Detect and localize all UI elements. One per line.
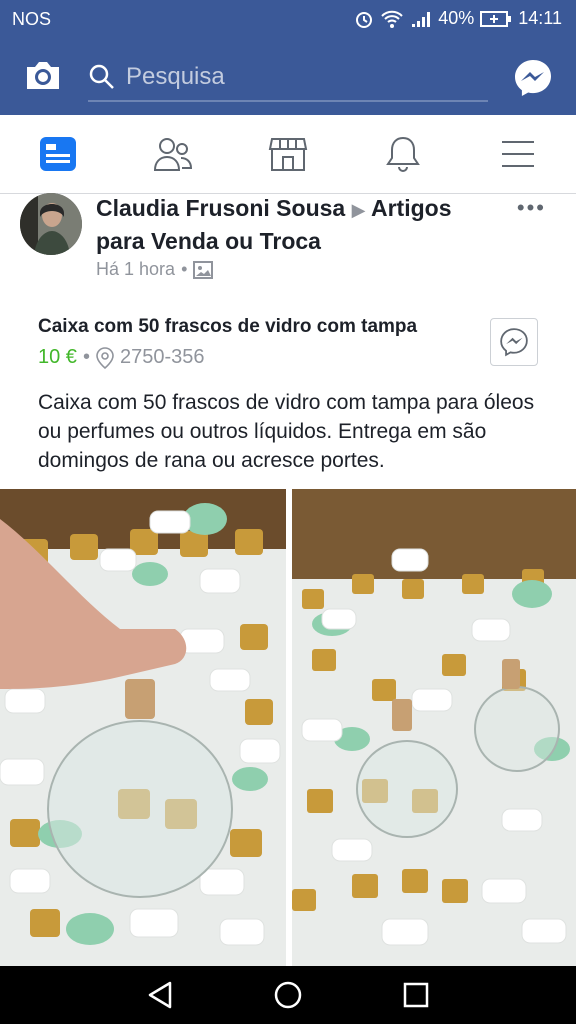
wifi-icon — [381, 10, 403, 28]
clock: 14:11 — [518, 8, 562, 28]
carrier-label: NOS — [12, 9, 52, 29]
messenger-icon[interactable] — [512, 57, 554, 99]
more-options-icon[interactable]: ••• — [517, 195, 546, 221]
tab-news-feed[interactable] — [0, 115, 115, 193]
status-icons: 40% 14:11 — [354, 8, 562, 29]
search-placeholder: Pesquisa — [126, 63, 225, 90]
system-nav-bar — [0, 966, 576, 1024]
status-bar: NOS 40% 14:11 — [0, 0, 576, 38]
post-description: Caixa com 50 frascos de vidro com tampa … — [38, 391, 535, 472]
item-location: 2750-356 — [119, 346, 205, 368]
arrow-right-icon: ▶ — [351, 200, 366, 220]
author-name[interactable]: Claudia Frusoni Sousa — [96, 195, 345, 221]
post-time[interactable]: Há 1 hora — [96, 259, 175, 280]
home-icon — [274, 981, 302, 1009]
messenger-icon — [500, 328, 528, 357]
bell-icon — [385, 136, 420, 172]
marketplace-icon — [268, 138, 307, 171]
back-button[interactable] — [143, 978, 177, 1012]
camera-icon[interactable] — [24, 59, 62, 93]
meta-separator: • — [181, 259, 188, 279]
location-pin-icon — [96, 346, 114, 369]
friends-icon — [153, 138, 192, 171]
home-button[interactable] — [271, 978, 305, 1012]
battery-icon — [480, 10, 512, 27]
search-bar[interactable]: Pesquisa — [88, 54, 488, 102]
app-bar: Pesquisa — [0, 38, 576, 115]
signal-icon — [412, 11, 431, 27]
post-photo[interactable] — [0, 489, 286, 966]
price-separator: • — [82, 346, 90, 368]
nav-tabs — [0, 115, 576, 194]
price-row: 10 € • 2750-356 — [38, 346, 204, 369]
post-author-line: Claudia Frusoni Sousa ▶ Artigos para Ven… — [96, 193, 496, 257]
tab-friends[interactable] — [115, 115, 230, 193]
recents-icon — [403, 982, 429, 1008]
back-icon — [148, 981, 172, 1009]
alarm-icon — [356, 11, 373, 28]
message-seller-button[interactable] — [490, 318, 538, 366]
tab-marketplace[interactable] — [230, 115, 345, 193]
item-price: 10 € — [38, 346, 77, 368]
tab-notifications[interactable] — [345, 115, 460, 193]
avatar[interactable] — [20, 193, 82, 255]
group-privacy-icon — [193, 260, 214, 279]
recents-button[interactable] — [399, 978, 433, 1012]
post-photo[interactable] — [292, 489, 576, 966]
post-meta: Há 1 hora • — [96, 259, 214, 280]
news-feed-icon — [39, 137, 76, 171]
tab-menu[interactable] — [460, 115, 575, 193]
item-title[interactable]: Caixa com 50 frascos de vidro com tampa — [38, 316, 417, 338]
battery-percent: 40% — [438, 8, 475, 28]
search-icon — [89, 64, 114, 89]
menu-icon — [501, 141, 534, 167]
